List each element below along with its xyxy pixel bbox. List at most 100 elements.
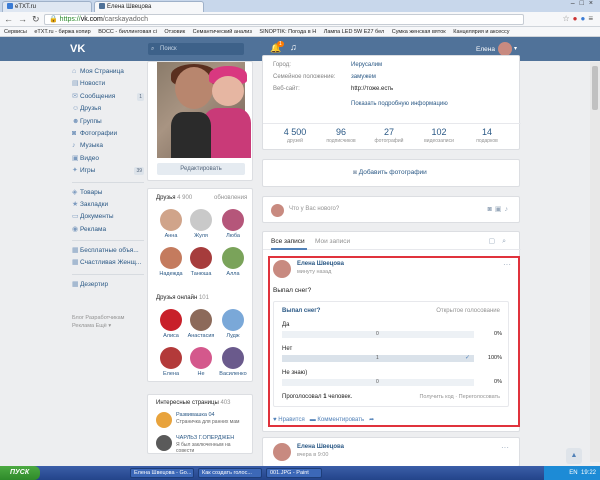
forward-icon[interactable]: →	[18, 14, 32, 24]
counter-gifts[interactable]: 14 подарков	[467, 127, 507, 144]
scrollbar[interactable]	[590, 62, 600, 462]
menu-item-friends[interactable]: ☺Друзья	[72, 103, 144, 115]
search-input[interactable]: ⌕ Поиск	[148, 43, 244, 55]
friend-item[interactable]: Анастасия	[186, 309, 216, 339]
post-author[interactable]: Елена Швецова	[297, 444, 344, 450]
composer-input[interactable]: Что у Вас нового?	[289, 206, 339, 212]
friend-item[interactable]: Анна	[156, 209, 186, 239]
footer-link[interactable]: Блог	[72, 315, 84, 321]
menu-item-ads[interactable]: ◉ Реклама	[72, 224, 144, 236]
camera-icon[interactable]: ◙	[488, 206, 495, 213]
user-name[interactable]: Елена	[476, 46, 495, 53]
taskbar-item[interactable]: Как создать голос...	[198, 468, 262, 478]
menu-item-app[interactable]: ▦Дезертир	[72, 279, 144, 291]
interesting-pages-header[interactable]: Интересные страницы 403	[156, 400, 230, 406]
bookmark-item[interactable]: Лампа LED 5W E27 бел	[324, 29, 385, 35]
avatar[interactable]	[273, 443, 291, 461]
scrollbar-thumb[interactable]	[592, 66, 598, 110]
friend-item[interactable]: Не	[186, 347, 216, 377]
show-details-link[interactable]: Показать подробную информацию	[351, 101, 448, 107]
language-indicator[interactable]: EN	[569, 470, 577, 476]
search-icon[interactable]: ⌕	[502, 238, 513, 245]
bookmark-item[interactable]: Сумка женская вяток	[392, 29, 446, 35]
friend-item[interactable]: Лудж	[218, 309, 248, 339]
menu-item-video[interactable]: ▣Видео	[72, 153, 144, 165]
menu-item-documents[interactable]: ▭Документы	[72, 211, 144, 223]
bookmark-item[interactable]: Сервисы	[4, 29, 27, 35]
bookmark-item[interactable]: eTXT.ru - биржа копир	[34, 29, 90, 35]
chevron-down-icon[interactable]: ▾	[514, 45, 517, 52]
url-input[interactable]: 🔒 https://vk.com/carskayadoch	[44, 14, 524, 25]
menu-icon[interactable]: ≡	[588, 14, 596, 23]
avatar	[222, 247, 244, 269]
menu-item-photos[interactable]: ◙ Фотографии	[72, 128, 144, 140]
add-photos-button[interactable]: ◙ Добавить фотографии	[353, 169, 427, 176]
menu-item-app[interactable]: ▦Бесплатные объя...	[72, 245, 144, 257]
bookmark-item[interactable]: Канцелярия и аксессу	[453, 29, 509, 35]
post-composer[interactable]: Что у Вас нового? ◙▣♪	[262, 196, 520, 223]
counter-followers[interactable]: 96 подписчиков	[321, 127, 361, 144]
nav-buttons[interactable]: ←→↻	[4, 14, 45, 25]
bookmark-item[interactable]: ВОСС - биллинговая сі	[98, 29, 157, 35]
composer-attach-icons[interactable]: ◙▣♪	[488, 205, 511, 213]
document-icon: ▭	[72, 213, 79, 221]
friends-header[interactable]: Друзья 4 900 обновления	[156, 195, 247, 201]
friend-item[interactable]: Танюша	[186, 247, 216, 277]
friend-item[interactable]: Надежда	[156, 247, 186, 277]
video-icon: ▣	[72, 154, 79, 162]
tab-my-posts[interactable]: Мои записи	[315, 238, 350, 245]
menu-item-bookmarks[interactable]: ★ Закладки	[72, 199, 144, 211]
menu-item-my-page[interactable]: ⌂ Моя Страница	[72, 66, 144, 78]
reload-icon[interactable]: ↻	[32, 14, 45, 24]
music-icon[interactable]: ♪	[505, 206, 512, 213]
avatar[interactable]	[498, 42, 512, 56]
bookmark-item[interactable]: SINOPTIK: Погода в Н	[259, 29, 316, 35]
scroll-top-button[interactable]: ▲	[566, 448, 582, 464]
profile-photo[interactable]	[157, 62, 251, 158]
menu-item-app[interactable]: ▦Счастливая Женщ...	[72, 257, 144, 269]
post-time[interactable]: вчера в 9:00	[297, 452, 328, 458]
bookmark-item[interactable]: Отзовик	[164, 29, 185, 35]
browser-tab-vk[interactable]: Елена Швецова	[94, 1, 204, 12]
avatar	[160, 309, 182, 331]
edit-profile-button[interactable]: Редактировать	[157, 163, 245, 175]
back-icon[interactable]: ←	[4, 14, 18, 24]
browser-tab-etxt[interactable]: eTXT.ru	[2, 1, 92, 12]
friend-item[interactable]: Елена	[156, 347, 186, 377]
menu-item-games[interactable]: ✦ Игры 39	[72, 165, 144, 177]
video-icon[interactable]: ▣	[495, 206, 505, 213]
extension-icons[interactable]: ☆●●≡	[562, 14, 596, 23]
friend-item[interactable]: Алиса	[156, 309, 186, 339]
menu-item-music[interactable]: ♪ Музыка	[72, 140, 144, 152]
window-controls[interactable]: –□×	[571, 0, 598, 7]
menu-item-goods[interactable]: ◈ Товары	[72, 187, 144, 199]
menu-item-groups[interactable]: ☻Группы	[72, 116, 144, 128]
tab-all-posts[interactable]: Все записи	[271, 238, 305, 245]
star-icon[interactable]: ☆	[562, 14, 572, 23]
footer-link[interactable]: Реклама	[72, 323, 94, 329]
footer-link[interactable]: Разработчикам	[85, 315, 124, 321]
counter-photos[interactable]: 27 фотографий	[369, 127, 409, 144]
friend-item[interactable]: Алла	[218, 247, 248, 277]
bookmark-item[interactable]: Семантический анализ	[193, 29, 252, 35]
taskbar-item[interactable]: 001.JPG - Paint	[266, 468, 322, 478]
menu-item-news[interactable]: ▤Новости	[72, 78, 144, 90]
friends-online-header[interactable]: Друзья онлайн 101	[156, 295, 209, 301]
more-icon[interactable]: ···	[501, 443, 509, 452]
menu-item-messages[interactable]: ✉ Сообщения 1	[72, 91, 144, 103]
add-photos-card[interactable]: ◙ Добавить фотографии	[262, 159, 520, 187]
archive-icon[interactable]: ▢	[488, 238, 502, 245]
friend-item[interactable]: Люба	[218, 209, 248, 239]
friend-item[interactable]: Василенко	[218, 347, 248, 377]
counter-videos[interactable]: 102 видеозаписи	[419, 127, 459, 144]
vk-logo[interactable]: VK	[70, 43, 85, 55]
count-badge: 39	[134, 167, 144, 176]
footer-link[interactable]: Ещё ▾	[96, 323, 112, 329]
music-icon[interactable]: ♫	[290, 42, 297, 52]
friend-item[interactable]: Жуля	[186, 209, 216, 239]
wall-tools[interactable]: ▢⌕	[488, 237, 513, 246]
start-button[interactable]: ПУСК	[0, 466, 40, 480]
counter-friends[interactable]: 4 500 друзей	[275, 127, 315, 144]
lock-icon: 🔒	[49, 16, 60, 23]
taskbar-item[interactable]: Елена Швецова - Go...	[130, 468, 194, 478]
